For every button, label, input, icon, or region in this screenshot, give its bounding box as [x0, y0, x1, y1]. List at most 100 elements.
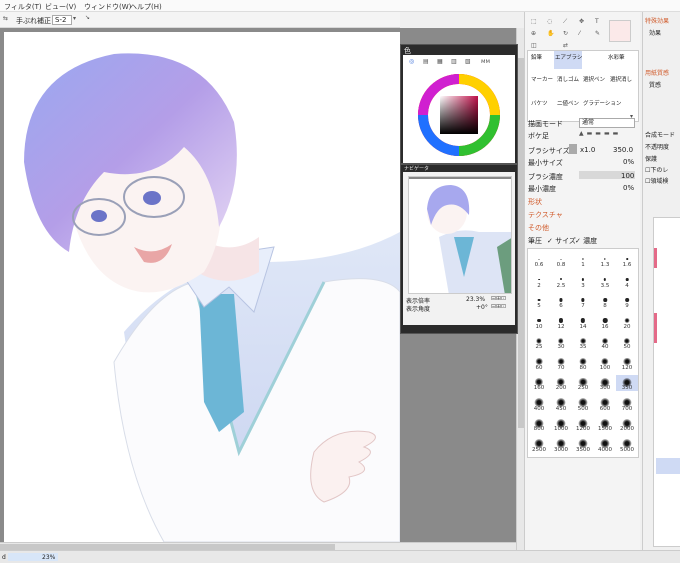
brush-size-value[interactable]: 350.0 — [613, 146, 633, 154]
swap-icon[interactable]: ⇄ — [563, 42, 568, 49]
brush-size-cell[interactable]: 250 — [572, 375, 594, 391]
layout-icon[interactable]: ⇆ — [3, 15, 8, 22]
brush-size-cell[interactable]: 100 — [594, 355, 616, 371]
tool-select-pen[interactable]: 選択ペン — [583, 75, 605, 83]
tool-pencil[interactable]: 鉛筆 — [531, 53, 542, 61]
brush-size-cell[interactable]: 30 — [550, 334, 572, 350]
brush-size-cell[interactable]: 450 — [550, 396, 572, 412]
tool-watercolor[interactable]: 水彩筆 — [608, 53, 625, 61]
shape-section[interactable]: 形状 — [528, 197, 542, 207]
brush-size-cell[interactable]: 600 — [594, 396, 616, 412]
other-section[interactable]: その他 — [528, 223, 549, 233]
brush-size-cell[interactable]: 1500 — [594, 416, 616, 432]
tool-eraser[interactable]: 消しゴム — [557, 75, 579, 83]
brush-size-cell[interactable]: 800 — [528, 416, 550, 432]
brush-size-cell[interactable]: 3500 — [572, 437, 594, 453]
brush-size-cell[interactable]: 300 — [594, 375, 616, 391]
pen-icon[interactable]: ✎ — [595, 30, 600, 37]
brush-size-cell[interactable]: 2500 — [528, 437, 550, 453]
protect-area-check[interactable]: ☐領域検 — [645, 176, 668, 185]
rotate-icon[interactable]: ↻ — [563, 30, 568, 37]
mix-icon[interactable]: ᴍᴍ — [481, 58, 490, 65]
brush-size-cell[interactable]: 35 — [572, 334, 594, 350]
tool-select-eraser[interactable]: 選択消し — [610, 75, 632, 83]
min-density-value[interactable]: 0% — [623, 184, 634, 192]
brush-size-cell[interactable]: 60 — [528, 355, 550, 371]
menu-help[interactable]: ヘルプ(H) — [130, 2, 162, 12]
brush-size-cell[interactable]: 40 — [594, 334, 616, 350]
pressure-density-check[interactable]: ✓ 濃度 — [575, 236, 597, 246]
min-size-value[interactable]: 0% — [623, 158, 634, 166]
eyedropper-icon[interactable]: ⁄ — [579, 30, 580, 37]
brush-size-cell[interactable]: 25 — [528, 334, 550, 350]
swatch-icon[interactable]: ▥ — [451, 58, 457, 65]
brush-size-cell[interactable]: 16 — [594, 314, 616, 330]
brush-size-cell[interactable]: 4 — [616, 273, 638, 289]
tool-binary-pen[interactable]: 二値ペン — [557, 99, 579, 107]
text-icon[interactable]: T — [595, 18, 599, 25]
size-dropdown-icon[interactable] — [569, 144, 577, 154]
foreground-color-swatch[interactable] — [609, 20, 631, 42]
brush-size-cell[interactable]: 3.5 — [594, 273, 616, 289]
chevron-down-icon[interactable]: ▾ — [73, 15, 76, 22]
layer-item-selected[interactable] — [656, 458, 680, 474]
brush-size-cell[interactable]: 400 — [528, 396, 550, 412]
brush-size-multiplier[interactable]: x1.0 — [580, 146, 595, 154]
brush-size-cell[interactable]: 500 — [572, 396, 594, 412]
edge-shape-buttons[interactable]: ▲▬▬▬▬ — [579, 130, 621, 137]
brush-size-cell[interactable]: 1.3 — [594, 252, 616, 268]
rotate-buttons[interactable]: ⊟⊞⊡ — [491, 303, 506, 310]
tool-marker[interactable]: マーカー — [531, 75, 553, 83]
brush-size-cell[interactable]: 4000 — [594, 437, 616, 453]
drawing-canvas[interactable] — [4, 32, 400, 542]
lasso-icon[interactable]: ◌ — [547, 18, 552, 25]
color-wheel[interactable] — [417, 73, 501, 157]
brush-size-cell[interactable]: 0.6 — [528, 252, 550, 268]
brush-size-cell[interactable]: 12 — [550, 314, 572, 330]
menu-view[interactable]: ビュー(V) — [45, 2, 76, 12]
paper-section[interactable]: 用紙質感 — [645, 68, 669, 77]
brush-size-cell[interactable]: 160 — [528, 375, 550, 391]
rect-select-icon[interactable]: ⬚ — [531, 18, 537, 25]
brush-size-cell[interactable]: 2 — [528, 273, 550, 289]
brush-size-cell[interactable]: 50 — [616, 334, 638, 350]
brush-size-cell[interactable]: 5000 — [616, 437, 638, 453]
brush-size-cell[interactable]: 3 — [572, 273, 594, 289]
brush-size-cell[interactable]: 14 — [572, 314, 594, 330]
scratch-icon[interactable]: ▧ — [465, 58, 471, 65]
tilt-icon[interactable]: ↘ — [85, 14, 90, 21]
brush-size-cell[interactable]: 1000 — [550, 416, 572, 432]
pressure-size-check[interactable]: ✓ サイズ — [547, 236, 576, 246]
brush-size-cell[interactable]: 7 — [572, 293, 594, 309]
canvas-horizontal-scrollbar[interactable] — [0, 542, 516, 550]
layer-list[interactable] — [653, 217, 680, 547]
brush-size-cell[interactable]: 3000 — [550, 437, 572, 453]
protect-below-check[interactable]: ☐下のレ — [645, 165, 668, 174]
menu-window[interactable]: ウィンドウ(W) — [84, 2, 131, 12]
brush-size-cell[interactable]: 9 — [616, 293, 638, 309]
rgb-slider-icon[interactable]: ▤ — [423, 58, 429, 65]
hand-icon[interactable]: ✋ — [547, 30, 554, 37]
tool-gradation[interactable]: グラデーション — [583, 99, 621, 107]
tool-airbrush-selected[interactable]: エアブラシ — [554, 51, 582, 69]
zoom-icon[interactable]: ⊕ — [531, 30, 536, 37]
brush-size-cell[interactable]: 120 — [616, 355, 638, 371]
draw-mode-select[interactable]: 通常 — [579, 118, 635, 128]
magic-wand-icon[interactable]: ⟋ — [563, 18, 567, 26]
brush-size-cell[interactable]: 6 — [550, 293, 572, 309]
stabilizer-select[interactable]: S-2 — [52, 15, 72, 25]
brush-size-cell[interactable]: 70 — [550, 355, 572, 371]
brush-size-cell[interactable]: 200 — [550, 375, 572, 391]
brush-size-cell[interactable]: 700 — [616, 396, 638, 412]
brush-size-cell[interactable]: 1.6 — [616, 252, 638, 268]
brush-size-cell[interactable]: 20 — [616, 314, 638, 330]
brush-size-cell[interactable]: 1 — [572, 252, 594, 268]
brush-size-cell[interactable]: 2000 — [616, 416, 638, 432]
brush-size-cell[interactable]: 350 — [616, 375, 638, 391]
effects-section[interactable]: 特殊効果 — [645, 16, 669, 25]
brush-size-cell[interactable]: 10 — [528, 314, 550, 330]
hsv-slider-icon[interactable]: ▦ — [437, 58, 443, 65]
brush-size-cell[interactable]: 1200 — [572, 416, 594, 432]
menu-filter[interactable]: フィルタ(T) — [4, 2, 42, 12]
move-icon[interactable]: ✥ — [579, 18, 584, 25]
